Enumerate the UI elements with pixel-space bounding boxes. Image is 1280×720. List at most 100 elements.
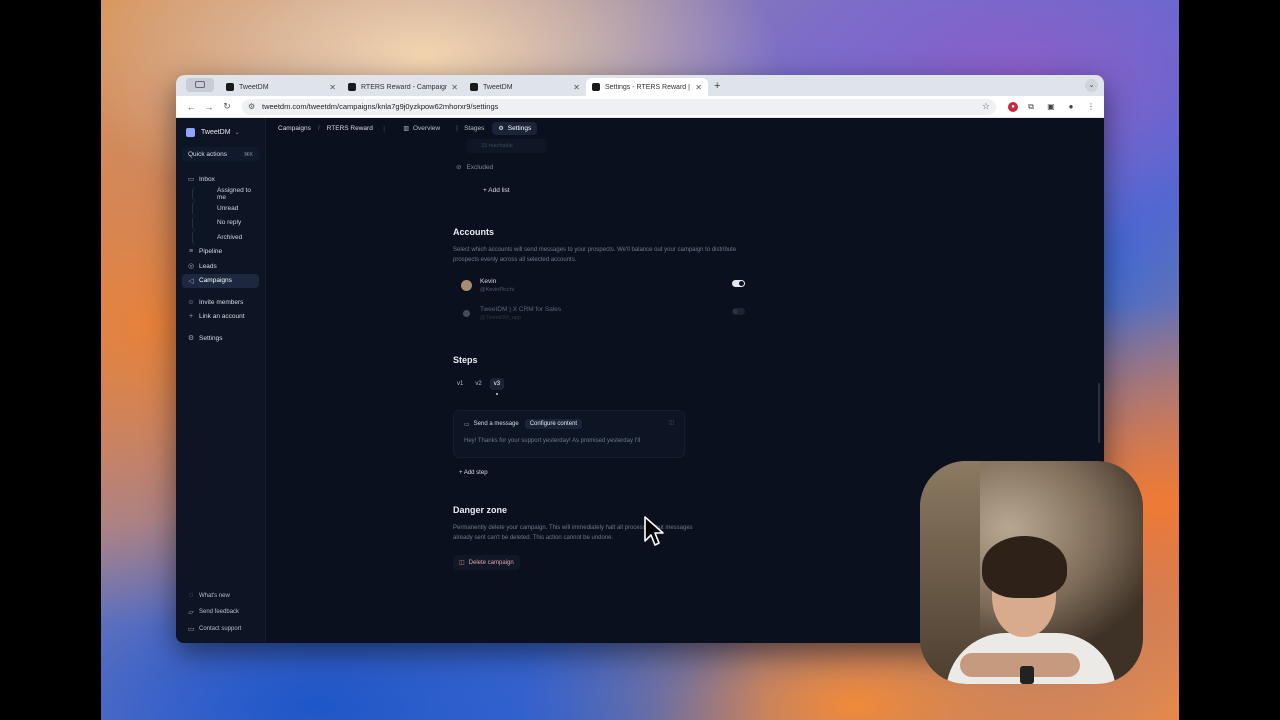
stages-icon: ⋮ [454,126,461,132]
version-v1[interactable]: v1 [453,378,467,390]
step-type: Send a message [473,421,519,427]
account-name: TweetDM | X CRM for Sales [480,305,562,313]
accounts-title: Accounts [453,227,495,237]
danger-zone-title: Danger zone [453,505,508,515]
tweetdm-favicon-icon [470,83,478,91]
extensions-puzzle-icon[interactable]: ⧉ [1024,100,1038,114]
extension-red-icon[interactable]: ● [1008,101,1018,112]
url-text: tweetdm.com/tweetdm/campaigns/knla7g9j0y… [262,102,499,111]
bookmark-star-icon[interactable]: ☆ [982,101,990,112]
tab-tweetdm-1[interactable]: TweetDM ✕ [220,78,342,96]
reload-icon[interactable]: ↻ [218,101,236,112]
plus-icon: + [188,313,194,321]
sidebar-item-inbox[interactable]: ▭ Inbox [182,172,259,187]
sidebar-item-archived[interactable]: Archived [192,230,259,245]
close-tab-icon[interactable]: ✕ [451,83,458,92]
more-options-icon[interactable]: ⋮ [381,125,388,133]
breadcrumb-campaigns[interactable]: Campaigns [278,125,311,132]
inbox-icon: ▭ [187,176,195,184]
step-message-preview: Hey! Thanks for your support yesterday! … [464,438,641,444]
message-icon: ▭ [464,421,470,428]
add-list-button[interactable]: + Add list [483,187,753,194]
scrollbar[interactable] [1098,383,1100,443]
version-v3[interactable]: v3 [489,378,505,395]
account-toggle-off[interactable] [732,308,745,315]
tab-bar: TweetDM ✕ RTERS Reward - Campaigns ✕ Twe… [176,75,1104,96]
accounts-description: Select which accounts will send messages… [453,247,737,263]
workspace-switcher[interactable]: TweetDM ⌄ [182,124,259,141]
avatar [463,309,470,317]
account-toggle-on[interactable] [732,280,745,287]
account-row-tweetdm[interactable]: TweetDM | X CRM for Sales @TweetDM_app [453,303,753,323]
breadcrumb-campaign-name[interactable]: RTERS Reward [327,125,373,132]
browser-menu-icon[interactable]: ⋮ [1084,100,1098,114]
sidebar: TweetDM ⌄ Quick actions ⌘K ▭ Inbox Assig… [176,118,266,643]
sidebar-item-invite[interactable]: ☺ Invite members [182,295,259,310]
tab-overview[interactable]: ▥ Overview [397,122,446,135]
sidebar-footer: ◌ What's new ▱ Send feedback ▭ Contact s… [182,588,259,638]
avatar [461,279,472,291]
trash-icon[interactable]: ◫ [668,419,674,426]
version-v2[interactable]: v2 [471,378,485,390]
close-tab-icon[interactable]: ✕ [329,83,336,92]
back-arrow-icon[interactable]: ← [182,102,200,112]
breadcrumb: Campaigns / RTERS Reward ⋮ ▥ Overview ⋮ … [266,118,1104,139]
browser-toolbar: ← → ↻ ⚙ tweetdm.com/tweetdm/campaigns/kn… [176,96,1104,118]
delete-campaign-button[interactable]: ◫ Delete campaign [453,555,520,570]
site-info-icon[interactable]: ⚙ [248,102,257,111]
support-icon: ▭ [187,625,195,633]
whats-new-link[interactable]: ◌ What's new [182,588,259,605]
excluded-list[interactable]: ⊘ Excluded [453,163,753,172]
reachable-count: 33 reachable [467,139,547,153]
sidebar-item-settings[interactable]: ⚙ Settings [182,331,259,346]
sidebar-item-unread[interactable]: Unread [192,201,259,216]
campaigns-icon: ◁ [188,277,194,285]
account-handle: @TweetDM_app [480,314,522,321]
tab-rters-campaigns[interactable]: RTERS Reward - Campaigns ✕ [342,78,464,96]
close-tab-icon[interactable]: ✕ [695,83,702,92]
sidebar-item-no-reply[interactable]: No reply [192,215,259,230]
account-row-kevin[interactable]: Kevin @KevinPicchi [453,275,753,295]
chevron-down-icon: ⌄ [234,130,240,136]
close-tab-icon[interactable]: ✕ [573,83,580,92]
send-feedback-link[interactable]: ▱ Send feedback [182,604,259,621]
feedback-icon: ▱ [188,609,194,617]
sidebar-item-link-account[interactable]: + Link an account [182,310,259,325]
sidebar-item-leads[interactable]: ◎ Leads [182,259,259,274]
tab-settings-active[interactable]: Settings - RTERS Reward | T ✕ [586,78,708,96]
pipeline-icon: ≡ [188,248,194,256]
bell-icon: ◌ [188,592,194,600]
version-tabs: v1 v2 v3 [453,378,753,395]
gear-icon: ⚙ [498,126,504,132]
sidebar-item-assigned[interactable]: Assigned to me [192,186,259,201]
workspace-logo-icon [186,128,195,137]
new-tab-icon[interactable]: + [714,80,720,92]
contact-support-link[interactable]: ▭ Contact support [182,621,259,638]
quick-actions-button[interactable]: Quick actions ⌘K [182,147,259,162]
forward-arrow-icon[interactable]: → [200,102,218,112]
step-card[interactable]: ▭ Send a message Configure content ◫ Hey… [453,410,685,458]
tab-tweetdm-2[interactable]: TweetDM ✕ [464,78,586,96]
address-bar[interactable]: ⚙ tweetdm.com/tweetdm/campaigns/knla7g9j… [242,98,996,115]
leads-icon: ◎ [187,263,195,271]
tab-search-icon[interactable]: ⌄ [1085,79,1098,92]
sidebar-nav: ▭ Inbox Assigned to me Unread No reply A… [182,172,259,346]
quick-actions-shortcut: ⌘K [243,151,253,158]
sidebar-panel-icon[interactable]: ▣ [1044,100,1058,114]
configure-content-button[interactable]: Configure content [524,419,583,429]
tab-settings[interactable]: ⚙ Settings [492,122,538,135]
tab-stages[interactable]: ⋮ Stages [448,122,490,135]
mouse-cursor-icon [644,516,664,546]
screen: TweetDM ✕ RTERS Reward - Campaigns ✕ Twe… [0,0,1280,720]
user-icon: ☺ [187,298,195,306]
sidebar-item-pipeline[interactable]: ≡ Pipeline [182,245,259,260]
add-step-button[interactable]: + Add step [459,470,753,476]
tweetdm-favicon-icon [348,83,356,91]
sidebar-item-campaigns[interactable]: ◁ Campaigns [182,273,259,288]
profile-icon[interactable]: ● [1064,100,1078,114]
tab-group-icon[interactable] [186,77,214,92]
microphone-icon [1020,666,1034,684]
account-handle: @KevinPicchi [480,286,515,293]
danger-zone-description: Permanently delete your campaign. This w… [453,525,693,541]
trash-icon: ◫ [459,560,465,566]
